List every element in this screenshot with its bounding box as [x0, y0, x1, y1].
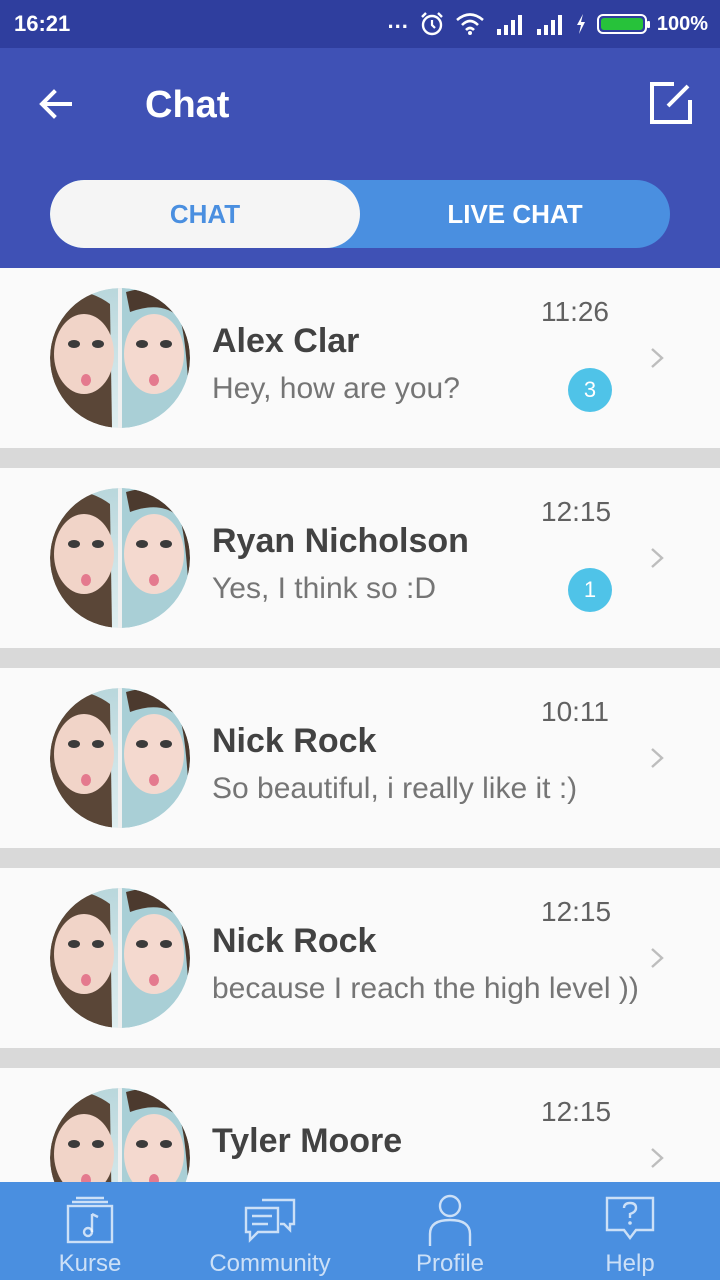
- message-preview: Hey, how are you?: [212, 372, 460, 405]
- message-time: 12:15: [541, 896, 612, 927]
- unread-badge: 1: [568, 568, 612, 612]
- nav-label-help: Help: [605, 1250, 655, 1277]
- message-time: 10:11: [541, 696, 609, 727]
- message-preview: Yes, I think so :D: [212, 572, 437, 605]
- chat-list-item[interactable]: Ryan Nicholson Yes, I think so :D 12:15 …: [0, 468, 720, 648]
- status-time: 16:21: [14, 11, 71, 36]
- chevron-right-icon: [651, 348, 664, 368]
- back-arrow-icon[interactable]: [34, 82, 78, 126]
- message-preview: because I reach the high level )): [212, 972, 639, 1005]
- message-time: 12:15: [541, 1096, 612, 1127]
- status-bar: 16:21 ... 100%: [0, 0, 720, 48]
- contact-name: Ryan Nicholson: [212, 522, 469, 560]
- tab-live-chat[interactable]: LIVE CHAT: [360, 180, 670, 248]
- avatar-image: [50, 888, 190, 1028]
- app-bar: Chat CHAT LIVE CHAT: [0, 48, 720, 268]
- charging-icon: [576, 14, 585, 34]
- nav-item-community[interactable]: Community: [180, 1182, 360, 1280]
- tab-switcher: CHAT LIVE CHAT: [50, 180, 670, 248]
- signal-icon-2: [536, 15, 562, 35]
- chevron-right-icon: [651, 948, 664, 968]
- avatar: [50, 288, 190, 428]
- compose-icon[interactable]: [648, 80, 694, 126]
- avatar: [50, 488, 190, 628]
- avatar-image: [50, 488, 190, 628]
- bottom-navigation: Kurse Community Profile Help: [0, 1182, 720, 1280]
- chevron-right-icon: [651, 748, 664, 768]
- unread-badge: 3: [568, 368, 612, 412]
- nav-label-community: Community: [209, 1250, 331, 1277]
- message-preview: So beautiful, i really like it :): [212, 772, 578, 805]
- chat-list-item[interactable]: Nick Rock because I reach the high level…: [0, 868, 720, 1048]
- chevron-right-icon: [651, 1148, 664, 1168]
- avatar-image: [50, 1088, 190, 1182]
- battery-percent: 100%: [656, 12, 708, 35]
- contact-name: Tyler Moore: [212, 1122, 403, 1160]
- battery-icon: [596, 14, 650, 34]
- alarm-icon: [420, 12, 443, 36]
- message-time: 12:15: [541, 496, 612, 527]
- nav-item-kurse[interactable]: Kurse: [0, 1182, 180, 1280]
- nav-label-kurse: Kurse: [58, 1250, 122, 1277]
- chat-list-item[interactable]: Nick Rock So beautiful, i really like it…: [0, 668, 720, 848]
- nav-item-help[interactable]: Help: [540, 1182, 720, 1280]
- nav-item-profile[interactable]: Profile: [360, 1182, 540, 1280]
- chat-bubbles-icon: [244, 1198, 296, 1243]
- chevron-right-icon: [651, 548, 664, 568]
- music-book-icon: [66, 1196, 114, 1244]
- signal-icon: [496, 15, 522, 35]
- page-title: Chat: [145, 84, 230, 126]
- contact-name: Nick Rock: [212, 722, 377, 760]
- tab-chat[interactable]: CHAT: [50, 180, 360, 248]
- message-time: 11:26: [541, 296, 609, 327]
- chat-list-item[interactable]: Tyler Moore 12:15: [0, 1068, 720, 1182]
- avatar: [50, 688, 190, 828]
- avatar-image: [50, 688, 190, 828]
- more-dots-icon: ...: [387, 8, 409, 33]
- battery-level: [600, 18, 643, 30]
- contact-name: Nick Rock: [212, 922, 377, 960]
- person-icon: [428, 1194, 472, 1246]
- wifi-icon: [456, 13, 484, 35]
- chat-list-item[interactable]: Alex Clar Hey, how are you? 11:26 3: [0, 268, 720, 448]
- avatar: [50, 888, 190, 1028]
- nav-label-profile: Profile: [415, 1250, 485, 1277]
- avatar: [50, 1088, 190, 1182]
- chat-list: Alex Clar Hey, how are you? 11:26 3 Ryan…: [0, 268, 720, 1182]
- contact-name: Alex Clar: [212, 322, 360, 360]
- status-icons: ... 100%: [387, 8, 708, 40]
- help-bubble-icon: [605, 1196, 655, 1240]
- avatar-image: [50, 288, 190, 428]
